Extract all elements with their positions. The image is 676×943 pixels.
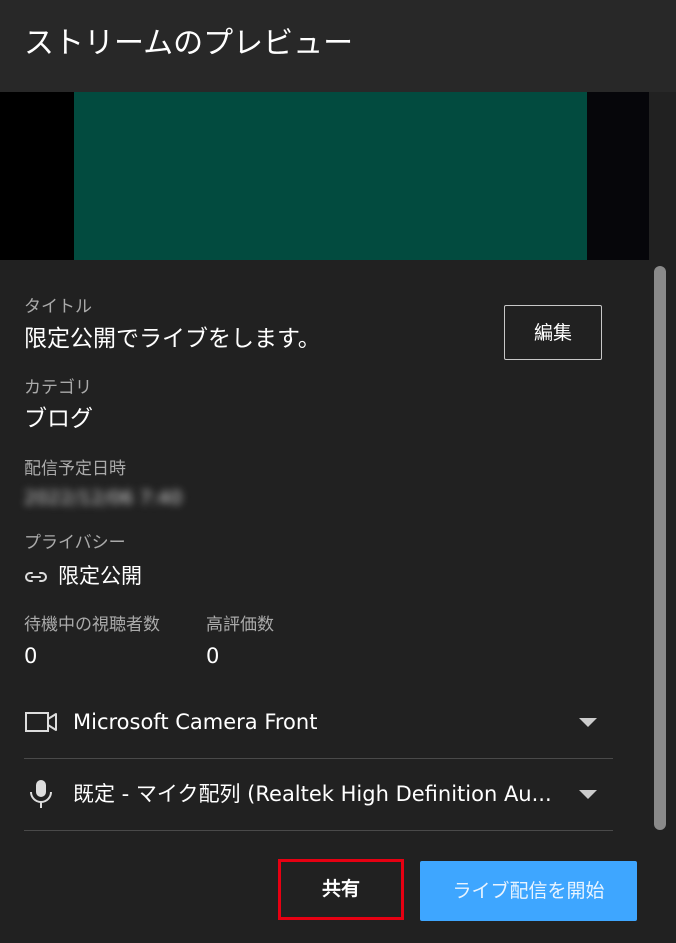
category-value: ブログ <box>24 406 93 432</box>
title-label: タイトル <box>24 297 92 317</box>
chevron-down-icon[interactable] <box>579 790 597 799</box>
dialog-title: ストリームのプレビュー <box>24 26 354 61</box>
likes-count: 0 <box>206 644 220 668</box>
waiting-viewers-label: 待機中の視聴者数 <box>24 615 160 635</box>
scrollbar-thumb[interactable] <box>654 266 666 830</box>
camera-select[interactable]: Microsoft Camera Front <box>24 687 613 759</box>
privacy-label: プライバシー <box>24 533 126 553</box>
stream-preview-dialog: ストリームのプレビュー タイトル 限定公開でライブをします。 編集 カテゴリ ブ… <box>0 0 676 943</box>
schedule-value-blurred: 2022/12/06 7:40 <box>24 487 183 509</box>
camera-icon <box>25 712 57 732</box>
camera-name: Microsoft Camera Front <box>73 710 318 734</box>
dialog-header: ストリームのプレビュー <box>0 0 676 92</box>
chevron-down-icon[interactable] <box>579 718 597 727</box>
link-icon <box>25 572 47 582</box>
category-label: カテゴリ <box>24 378 92 398</box>
likes-label: 高評価数 <box>206 615 274 635</box>
start-live-button[interactable]: ライブ配信を開始 <box>420 861 637 921</box>
preview-edge <box>587 92 649 260</box>
microphone-name: 既定 - マイク配列 (Realtek High Definition Au..… <box>73 782 552 806</box>
share-button[interactable]: 共有 <box>278 859 404 920</box>
privacy-value: 限定公開 <box>58 564 142 588</box>
microphone-select[interactable]: 既定 - マイク配列 (Realtek High Definition Au..… <box>24 759 613 831</box>
edit-button[interactable]: 編集 <box>504 305 602 360</box>
microphone-icon <box>30 780 52 808</box>
schedule-label: 配信予定日時 <box>24 459 126 479</box>
stream-preview-video <box>74 92 587 260</box>
waiting-viewers-count: 0 <box>24 644 38 668</box>
stream-preview-video-area <box>0 92 649 260</box>
stream-title: 限定公開でライブをします。 <box>24 326 321 352</box>
